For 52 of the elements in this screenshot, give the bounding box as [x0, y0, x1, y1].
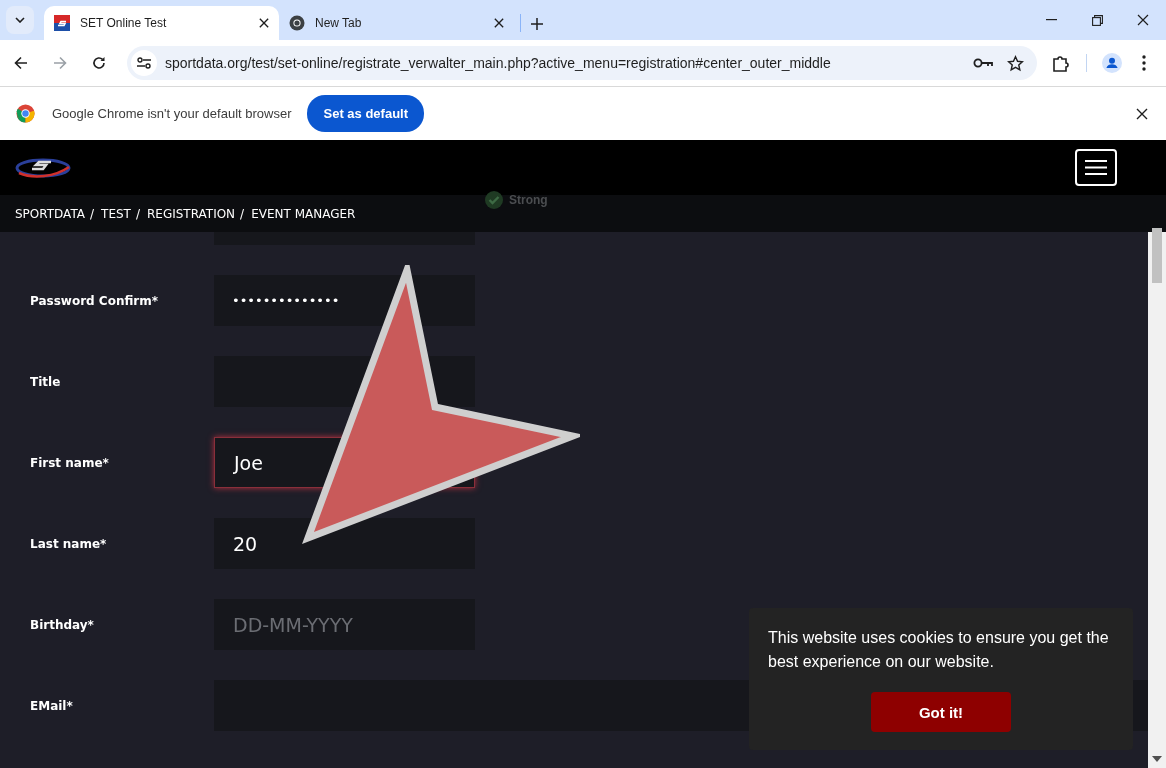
field-label: Password Confirm*	[30, 293, 160, 308]
tune-icon	[137, 57, 151, 69]
breadcrumb-separator: /	[135, 206, 140, 221]
key-icon	[973, 58, 993, 68]
set-as-default-button[interactable]: Set as default	[307, 95, 424, 132]
chrome-logo-icon	[16, 104, 35, 123]
input-field[interactable]: 20	[214, 518, 475, 569]
field-label: First name*	[30, 455, 110, 470]
breadcrumb-separator: /	[240, 206, 245, 221]
forward-arrow-icon	[53, 56, 67, 70]
cookie-message: This website uses cookies to ensure you get the best experience on our website.	[768, 628, 1110, 672]
default-browser-message: Google Chrome isn't your default browser	[52, 106, 292, 121]
breadcrumb-separator: /	[90, 206, 95, 221]
field-label: Birthday*	[30, 617, 95, 632]
check-circle-icon	[485, 191, 503, 209]
browser-tab[interactable]: SET Online Test	[44, 6, 279, 40]
star-icon	[1006, 54, 1024, 72]
input-field[interactable]: ••••••••••••••	[214, 275, 475, 326]
url-text: sportdata.org/test/set-online/registrate_verwalter_main.php?active_menu=registration#center_outer_middle	[165, 55, 832, 71]
chrome-logo-icon	[289, 15, 305, 31]
scrollbar-thumb[interactable]	[1152, 228, 1162, 283]
sportdata-logo-icon[interactable]	[15, 156, 71, 179]
got-it-button[interactable]: Got it!	[871, 692, 1011, 732]
breadcrumb-link[interactable]: EVENT MANAGER	[251, 206, 356, 221]
site-favicon-icon	[54, 15, 70, 31]
field-label: Last name*	[30, 536, 108, 551]
close-tab-icon	[494, 18, 504, 28]
breadcrumb-link[interactable]: REGISTRATION	[146, 206, 236, 221]
puzzle-icon	[1052, 54, 1070, 72]
scroll-down-icon[interactable]	[1152, 756, 1162, 762]
password-strength-text: Strong	[509, 193, 548, 207]
tab-search-button[interactable]	[6, 6, 34, 34]
field-label: Title	[30, 374, 62, 389]
back-arrow-icon	[14, 56, 28, 70]
reload-icon	[92, 56, 106, 70]
chevron-down-icon	[15, 17, 25, 23]
breadcrumb-link[interactable]: TEST	[101, 206, 131, 221]
menu-button[interactable]	[1075, 149, 1117, 186]
field-label: EMail*	[30, 698, 74, 713]
breadcrumb-link[interactable]: SPORTDATA	[15, 206, 85, 221]
address-bar[interactable]: sportdata.org/test/set-online/registrate_verwalter_main.php?active_menu=registration#center_outer_middle	[127, 46, 1037, 80]
avatar-icon	[1102, 52, 1122, 74]
minimize-icon	[1045, 19, 1057, 21]
close-icon	[1137, 14, 1149, 26]
menu-icon	[1085, 160, 1107, 175]
site-info-button[interactable]	[131, 50, 157, 76]
restore-icon	[1091, 14, 1103, 26]
more-vertical-icon	[1142, 55, 1146, 71]
browser-tab[interactable]: New Tab	[279, 6, 514, 40]
plus-icon	[531, 18, 543, 30]
close-icon	[1136, 107, 1148, 120]
close-tab-icon	[259, 18, 269, 28]
